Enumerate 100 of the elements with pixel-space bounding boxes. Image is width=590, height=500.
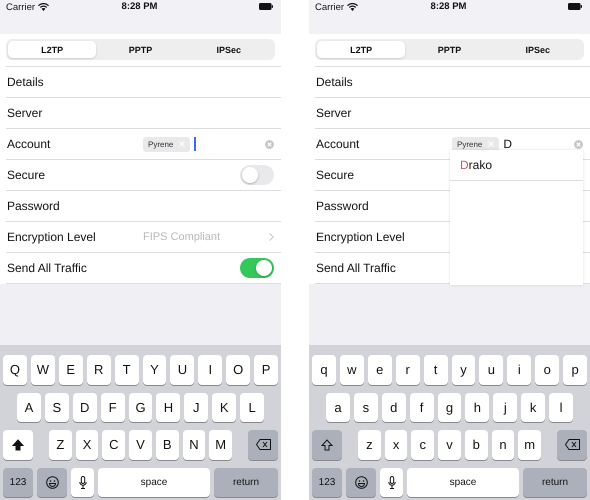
letter-key[interactable]: u — [479, 355, 504, 384]
letter-key[interactable]: z — [358, 430, 381, 460]
letter-key[interactable]: e — [368, 355, 392, 384]
typed-text: D — [503, 137, 512, 151]
numbers-key[interactable]: 123 — [3, 468, 33, 497]
emoji-icon — [46, 476, 58, 489]
letter-key[interactable]: v — [438, 430, 461, 460]
letter-key[interactable]: M — [209, 430, 232, 460]
letter-key[interactable]: K — [212, 392, 236, 422]
segment-tab[interactable]: PPTP — [96, 41, 185, 58]
return-key[interactable]: return — [523, 468, 587, 497]
segment-tab[interactable]: IPSec — [184, 41, 273, 58]
letter-key[interactable]: B — [156, 430, 179, 460]
shift-key[interactable] — [312, 430, 342, 460]
toggle-switch[interactable] — [240, 258, 274, 278]
emoji-icon — [354, 476, 368, 489]
return-key[interactable]: return — [214, 468, 278, 497]
letter-key[interactable]: c — [411, 430, 434, 460]
letter-key[interactable]: t — [424, 355, 448, 384]
letter-key[interactable]: G — [128, 392, 152, 422]
row-label: Password — [7, 199, 61, 213]
microphone-key[interactable] — [71, 468, 94, 497]
toggle-switch[interactable] — [240, 165, 274, 185]
microphone-icon — [78, 476, 86, 489]
segment-tab[interactable]: L2TP — [317, 41, 406, 58]
letter-key[interactable]: Q — [3, 355, 27, 384]
row-label: Server — [316, 106, 352, 120]
delete-key[interactable] — [248, 430, 278, 460]
letter-key[interactable]: U — [170, 355, 194, 384]
shift-icon — [321, 438, 333, 451]
letter-key[interactable]: J — [184, 392, 208, 422]
letter-key[interactable]: b — [464, 430, 488, 460]
delete-key[interactable] — [557, 430, 588, 460]
space-key[interactable]: space — [407, 468, 519, 497]
suggestion-item[interactable]: Drako — [450, 150, 583, 181]
letter-key[interactable]: H — [156, 392, 180, 422]
battery-icon — [568, 3, 582, 10]
account-token[interactable]: Pyrene — [143, 136, 190, 152]
row-label: Encryption Level — [7, 230, 97, 244]
letter-key[interactable]: E — [58, 355, 83, 384]
letter-key[interactable]: w — [340, 355, 364, 384]
battery-icon — [259, 3, 273, 10]
letter-key[interactable]: g — [438, 392, 462, 422]
letter-key[interactable]: Y — [142, 355, 166, 384]
segment-tab[interactable]: IPSec — [494, 41, 582, 58]
letter-key[interactable]: o — [535, 355, 560, 384]
letter-key[interactable]: C — [102, 430, 126, 460]
letter-key[interactable]: s — [354, 392, 378, 422]
text-cursor — [194, 137, 196, 151]
letter-key[interactable]: x — [384, 430, 408, 460]
segment-tab[interactable]: PPTP — [405, 41, 494, 58]
row-label: Account — [316, 137, 360, 151]
segment-tab[interactable]: L2TP — [8, 41, 96, 58]
emoji-key[interactable] — [37, 468, 67, 497]
letter-key[interactable]: A — [17, 392, 41, 422]
letter-key[interactable]: T — [114, 355, 139, 384]
delete-icon — [564, 439, 580, 450]
microphone-key[interactable] — [380, 468, 403, 497]
letter-key[interactable]: W — [30, 355, 55, 384]
letter-key[interactable]: O — [226, 355, 250, 384]
status-time: 8:28 PM — [430, 0, 468, 12]
shift-key[interactable] — [3, 430, 33, 460]
wifi-icon — [347, 3, 358, 11]
letter-key[interactable]: d — [382, 392, 406, 422]
letter-key[interactable]: f — [410, 392, 434, 422]
letter-key[interactable]: N — [182, 430, 206, 460]
row-label: Details — [316, 75, 354, 89]
letter-key[interactable]: m — [518, 430, 542, 460]
row-label: Password — [316, 199, 370, 213]
carrier-label: Carrier — [6, 2, 36, 12]
letter-key[interactable]: i — [507, 355, 532, 384]
letter-key[interactable]: X — [76, 430, 98, 460]
letter-key[interactable]: L — [240, 392, 264, 422]
letter-key[interactable]: n — [492, 430, 514, 460]
letter-key[interactable]: y — [452, 355, 476, 384]
letter-key[interactable]: Z — [49, 430, 72, 460]
letter-key[interactable]: h — [465, 392, 490, 422]
row-label: Encryption Level — [316, 230, 406, 244]
letter-key[interactable]: F — [100, 392, 125, 422]
letter-key[interactable]: q — [312, 355, 336, 384]
letter-key[interactable]: p — [563, 355, 588, 384]
letter-key[interactable]: V — [129, 430, 152, 460]
letter-key[interactable]: I — [198, 355, 222, 384]
letter-key[interactable]: l — [549, 392, 574, 422]
letter-key[interactable]: D — [72, 392, 97, 422]
letter-key[interactable]: R — [86, 355, 111, 384]
letter-key[interactable]: j — [493, 392, 518, 422]
delete-icon — [256, 439, 271, 450]
letter-key[interactable]: a — [326, 392, 350, 422]
account-token[interactable]: Pyrene — [452, 136, 500, 152]
letter-key[interactable]: P — [254, 355, 278, 384]
row-label: Details — [7, 75, 45, 89]
space-key[interactable]: space — [98, 468, 210, 497]
letter-key[interactable]: r — [396, 355, 420, 384]
wifi-icon — [38, 3, 50, 11]
letter-key[interactable]: S — [44, 392, 69, 422]
numbers-key[interactable]: 123 — [312, 468, 342, 497]
emoji-key[interactable] — [346, 468, 376, 497]
row-label: Account — [7, 137, 52, 151]
letter-key[interactable]: k — [521, 392, 546, 422]
